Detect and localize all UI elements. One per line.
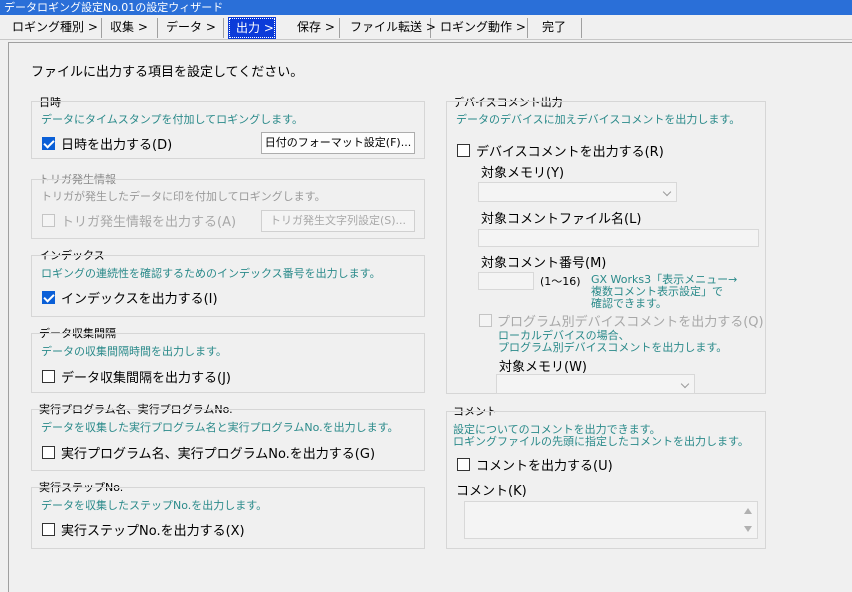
wizard-step-tabs: ロギング種別 > 収集 > データ > 出力 > 保存 > ファイル転送 > ロ…	[0, 16, 852, 40]
device-comment-description: データのデバイスに加えデバイスコメントを出力します。	[456, 113, 741, 126]
comment-file-label: 対象コメントファイル名(L)	[481, 212, 642, 227]
index-checkbox-label[interactable]: インデックスを出力する(I)	[61, 288, 218, 307]
tab-save[interactable]: 保存 >	[291, 18, 340, 38]
target-memory-2-label: 対象メモリ(W)	[499, 360, 587, 375]
target-memory-select[interactable]	[478, 182, 677, 202]
target-memory-2-select[interactable]	[496, 374, 695, 394]
program-description: データを収集した実行プログラム名と実行プログラムNo.を出力します。	[41, 421, 399, 434]
interval-checkbox-label[interactable]: データ収集間隔を出力する(J)	[61, 367, 231, 386]
tab-file-transfer[interactable]: ファイル転送 >	[344, 18, 436, 38]
trigger-checkbox-label[interactable]: トリガ発生情報を出力する(A)	[61, 211, 236, 230]
comment-file-input[interactable]	[478, 229, 759, 247]
comment-checkbox-label[interactable]: コメントを出力する(U)	[476, 455, 613, 474]
step-description: データを収集したステップNo.を出力します。	[41, 499, 268, 512]
window-title: データロギング設定No.01の設定ウィザード	[0, 0, 852, 15]
datetime-description: データにタイムスタンプを付加してロギングします。	[41, 113, 304, 126]
comment-no-range: (1～16)	[540, 275, 581, 288]
output-settings-panel: ファイルに出力する項目を設定してください。 日時 データにタイムスタンプを付加し…	[8, 42, 852, 592]
index-description: ロギングの連続性を確認するためのインデックス番号を出力します。	[41, 267, 381, 280]
trigger-description: トリガが発生したデータに印を付加してロギングします。	[41, 190, 326, 203]
tab-collection[interactable]: 収集 >	[104, 18, 158, 38]
index-checkbox[interactable]	[42, 291, 55, 304]
chevron-down-icon	[680, 379, 690, 389]
program-device-comment-checkbox[interactable]	[479, 314, 492, 327]
comment-checkbox[interactable]	[457, 458, 470, 471]
interval-checkbox[interactable]	[42, 370, 55, 383]
comment-no-label: 対象コメント番号(M)	[481, 256, 607, 271]
program-checkbox[interactable]	[42, 446, 55, 459]
trigger-checkbox[interactable]	[42, 214, 55, 227]
comment-textarea[interactable]	[464, 501, 758, 539]
comment-scrollbar[interactable]	[739, 502, 757, 538]
date-format-button[interactable]: 日付のフォーマット設定(F)...	[261, 132, 415, 154]
program-checkbox-label[interactable]: 実行プログラム名、実行プログラムNo.を出力する(G)	[61, 443, 375, 462]
device-comment-checkbox-label[interactable]: デバイスコメントを出力する(R)	[476, 141, 664, 160]
trigger-string-button[interactable]: トリガ発生文字列設定(S)...	[261, 210, 415, 232]
local-note-line-2: プログラム別デバイスコメントを出力します。	[498, 341, 728, 354]
tab-logging-type[interactable]: ロギング種別 >	[6, 18, 102, 38]
comment-no-input[interactable]	[478, 272, 534, 290]
comment-description-2: ロギングファイルの先頭に指定したコメントを出力します。	[453, 435, 749, 448]
page-instruction: ファイルに出力する項目を設定してください。	[31, 65, 304, 80]
device-comment-checkbox[interactable]	[457, 144, 470, 157]
interval-description: データの収集間隔時間を出力します。	[41, 345, 227, 358]
chevron-down-icon	[662, 187, 672, 197]
tab-output[interactable]: 出力 >	[228, 17, 276, 39]
gx-note-line-3: 確認できます。	[591, 297, 667, 310]
comment-field-label: コメント(K)	[456, 484, 527, 499]
scroll-up-icon[interactable]	[744, 508, 752, 514]
target-memory-label: 対象メモリ(Y)	[481, 166, 565, 181]
tab-data[interactable]: データ >	[160, 18, 224, 38]
datetime-checkbox[interactable]	[42, 137, 55, 150]
tab-complete[interactable]: 完了	[536, 18, 582, 38]
scroll-down-icon[interactable]	[744, 526, 752, 532]
tab-logging-operation[interactable]: ロギング動作 >	[434, 18, 528, 38]
step-checkbox-label[interactable]: 実行ステップNo.を出力する(X)	[61, 520, 245, 539]
program-device-comment-checkbox-label[interactable]: プログラム別デバイスコメントを出力する(Q)	[497, 311, 764, 330]
datetime-checkbox-label[interactable]: 日時を出力する(D)	[61, 134, 172, 153]
step-checkbox[interactable]	[42, 523, 55, 536]
